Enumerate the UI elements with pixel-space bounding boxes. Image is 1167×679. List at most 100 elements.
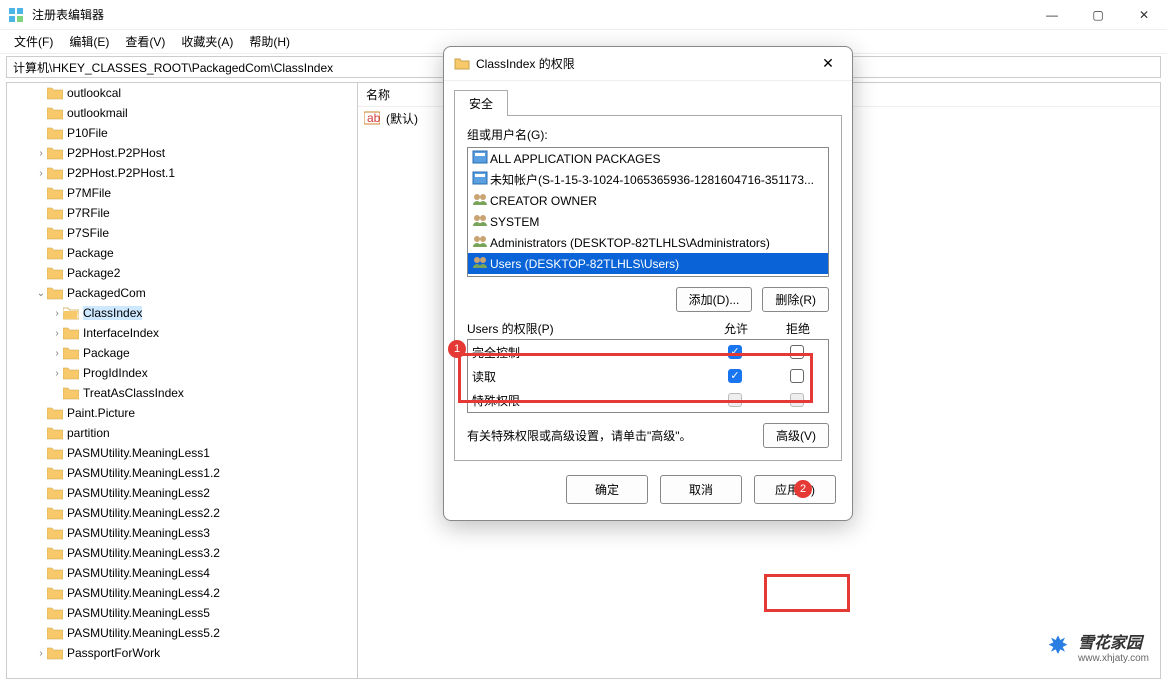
tree-item-PASMUtility.MeaningLess1.2[interactable]: PASMUtility.MeaningLess1.2 [7,463,357,483]
perm-name: 特殊权限 [472,392,704,409]
tree-item-PASMUtility.MeaningLess2[interactable]: PASMUtility.MeaningLess2 [7,483,357,503]
dialog-close-icon[interactable]: ✕ [814,55,842,72]
tree-item-label: PASMUtility.MeaningLess5 [67,606,210,620]
group-item[interactable]: Administrators (DESKTOP-82TLHLS\Administ… [468,232,828,253]
add-button[interactable]: 添加(D)... [676,287,753,312]
tree-item-P2PHost.P2PHost[interactable]: ›P2PHost.P2PHost [7,143,357,163]
tree-item-outlookcal[interactable]: outlookcal [7,83,357,103]
tree-item-partition[interactable]: partition [7,423,357,443]
menu-file[interactable]: 文件(F) [8,31,59,52]
tree-item-PackagedCom[interactable]: ⌄ PackagedCom [7,283,357,303]
close-button[interactable]: ✕ [1121,0,1167,30]
watermark-icon [1044,633,1072,661]
cancel-button[interactable]: 取消 [660,475,742,504]
tree-item-label: PASMUtility.MeaningLess2 [67,486,210,500]
tree-list[interactable]: outlookcaloutlookmailP10File›P2PHost.P2P… [7,83,357,678]
tree-item-Package2[interactable]: Package2 [7,263,357,283]
remove-button[interactable]: 删除(R) [762,287,829,312]
expand-icon[interactable]: › [35,148,47,159]
ok-button[interactable]: 确定 [566,475,648,504]
tree-item-P10File[interactable]: P10File [7,123,357,143]
tree-item-label: TreatAsClassIndex [83,386,184,400]
expand-icon[interactable]: › [35,168,47,179]
tree-item-PassportForWork[interactable]: › PassportForWork [7,643,357,663]
tree-item-Package[interactable]: › Package [7,343,357,363]
allow-checkbox[interactable] [728,393,742,407]
maximize-button[interactable]: ▢ [1075,0,1121,30]
tree-item-label: PASMUtility.MeaningLess2.2 [67,506,220,520]
tree-item-P2PHost.P2PHost.1[interactable]: ›P2PHost.P2PHost.1 [7,163,357,183]
deny-checkbox[interactable] [790,393,804,407]
tree-item-Package[interactable]: Package [7,243,357,263]
tree-item-label: P7SFile [67,226,109,240]
tab-security[interactable]: 安全 [454,90,508,116]
group-icon [472,192,490,209]
menu-view[interactable]: 查看(V) [119,31,171,52]
tree-item-InterfaceIndex[interactable]: ›InterfaceIndex [7,323,357,343]
advanced-button[interactable]: 高级(V) [763,423,829,448]
tree-item-label: partition [67,426,110,440]
watermark-url: www.xhjaty.com [1078,653,1149,664]
allow-checkbox[interactable] [728,369,742,383]
dialog-title: ClassIndex 的权限 [476,55,814,72]
tree-item-label: ProgIdIndex [83,366,148,380]
svg-text:ab: ab [367,111,380,125]
group-item[interactable]: SYSTEM [468,211,828,232]
tree-item-label: PASMUtility.MeaningLess3 [67,526,210,540]
regedit-icon [8,7,24,23]
group-label: Users (DESKTOP-82TLHLS\Users) [490,257,679,271]
tree-item-label: Package [83,346,130,360]
tree-item-label: P7RFile [67,206,110,220]
group-item[interactable]: ALL APPLICATION PACKAGES [468,148,828,169]
tree-item-label: PASMUtility.MeaningLess4 [67,566,210,580]
tree-item-Paint.Picture[interactable]: Paint.Picture [7,403,357,423]
tree-item-outlookmail[interactable]: outlookmail [7,103,357,123]
tree-item-label: P7MFile [67,186,111,200]
perm-row: 完全控制 [468,340,828,364]
expand-icon[interactable]: › [51,308,63,319]
groups-listbox[interactable]: ALL APPLICATION PACKAGES未知帐户(S-1-15-3-10… [467,147,829,277]
tree-item-ClassIndex[interactable]: ›ClassIndex [7,303,357,323]
tree-item-PASMUtility.MeaningLess3[interactable]: PASMUtility.MeaningLess3 [7,523,357,543]
tree-item-label: PassportForWork [67,646,160,660]
tree-item-ProgIdIndex[interactable]: › ProgIdIndex [7,363,357,383]
expand-icon[interactable]: › [35,648,47,659]
tree-item-label: Package2 [67,266,120,280]
menu-help[interactable]: 帮助(H) [243,31,296,52]
package-icon [472,150,490,167]
tree-item-P7SFile[interactable]: P7SFile [7,223,357,243]
tree-item-TreatAsClassIndex[interactable]: TreatAsClassIndex [7,383,357,403]
group-icon [472,213,490,230]
tree-item-PASMUtility.MeaningLess4[interactable]: PASMUtility.MeaningLess4 [7,563,357,583]
window-title: 注册表编辑器 [32,6,1029,23]
group-item[interactable]: Users (DESKTOP-82TLHLS\Users) [468,253,828,274]
group-item[interactable]: 未知帐户(S-1-15-3-1024-1065365936-1281604716… [468,169,828,190]
expand-icon[interactable]: › [51,348,63,359]
tree-item-PASMUtility.MeaningLess5[interactable]: PASMUtility.MeaningLess5 [7,603,357,623]
titlebar: 注册表编辑器 — ▢ ✕ [0,0,1167,30]
group-item[interactable]: CREATOR OWNER [468,190,828,211]
permissions-grid: 完全控制读取特殊权限 [467,339,829,413]
tree-item-PASMUtility.MeaningLess2.2[interactable]: PASMUtility.MeaningLess2.2 [7,503,357,523]
menu-edit[interactable]: 编辑(E) [63,31,115,52]
expand-icon[interactable]: › [51,328,63,339]
tree-item-PASMUtility.MeaningLess3.2[interactable]: PASMUtility.MeaningLess3.2 [7,543,357,563]
tree-item-label: outlookcal [67,86,121,100]
expand-icon[interactable]: ⌄ [35,288,47,299]
tree-item-label: PASMUtility.MeaningLess1.2 [67,466,220,480]
expand-icon[interactable]: › [51,368,63,379]
minimize-button[interactable]: — [1029,0,1075,30]
tree-item-PASMUtility.MeaningLess4.2[interactable]: PASMUtility.MeaningLess4.2 [7,583,357,603]
tree-item-P7MFile[interactable]: P7MFile [7,183,357,203]
tree-item-label: PackagedCom [67,286,146,300]
deny-checkbox[interactable] [790,345,804,359]
tree-item-PASMUtility.MeaningLess1[interactable]: PASMUtility.MeaningLess1 [7,443,357,463]
package-icon [472,171,490,188]
deny-checkbox[interactable] [790,369,804,383]
tree-item-label: PASMUtility.MeaningLess1 [67,446,210,460]
tree-item-PASMUtility.MeaningLess5.2[interactable]: PASMUtility.MeaningLess5.2 [7,623,357,643]
allow-checkbox[interactable] [728,345,742,359]
tree-item-P7RFile[interactable]: P7RFile [7,203,357,223]
menu-fav[interactable]: 收藏夹(A) [175,31,239,52]
perm-header: Users 的权限(P) [467,320,705,337]
